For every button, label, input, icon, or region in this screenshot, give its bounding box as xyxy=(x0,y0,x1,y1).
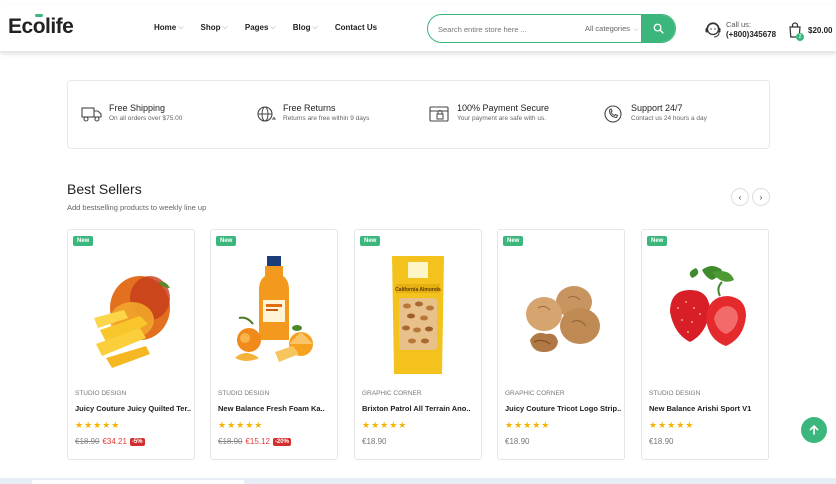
section-title: Best Sellers xyxy=(67,181,142,197)
product-name[interactable]: New Balance Fresh Foam Ka.. xyxy=(218,404,334,413)
chevron-down-icon: ⌵ xyxy=(634,27,639,33)
product-name[interactable]: New Balance Arishi Sport V1 xyxy=(649,404,765,413)
feature-free-returns: Free Returns Returns are free within 9 d… xyxy=(255,103,369,124)
product-vendor: STUDIO DESIGN xyxy=(218,390,270,397)
rating-stars: ★★★★★ xyxy=(218,420,264,430)
secure-payment-icon xyxy=(429,105,449,122)
search-button[interactable] xyxy=(641,15,675,42)
rating-stars: ★★★★★ xyxy=(75,420,121,430)
bottom-strip-segment xyxy=(32,480,244,484)
truck-icon xyxy=(81,106,102,122)
category-select[interactable]: All categories ⌵ xyxy=(585,24,639,34)
nav-item-contact[interactable]: Contact Us xyxy=(335,23,377,32)
feature-title: Free Shipping xyxy=(109,103,166,113)
carousel-next-button[interactable]: › xyxy=(752,188,770,206)
call-label: Call us: xyxy=(726,20,752,29)
site-header: Ecolife Home ⌵ Shop ⌵ Pages ⌵ Blog ⌵ Contact… xyxy=(0,4,836,52)
price-row: €18.90 xyxy=(362,437,386,446)
logo[interactable]: Ecolife xyxy=(8,15,74,39)
cart-icon-wrap: 2 xyxy=(788,22,804,41)
feature-free-shipping: Free Shipping On all orders over $75.00 xyxy=(81,103,182,124)
package-label: California Almonds xyxy=(395,287,441,293)
call-us[interactable]: Call us: (+800)345678 xyxy=(704,20,776,40)
product-card[interactable]: New STUDIO DESIGN New Balance Arishi Spo… xyxy=(641,229,769,460)
section-subtitle: Add bestselling products to weekly line … xyxy=(67,203,207,212)
cart-amount: $20.00 xyxy=(808,25,833,35)
product-name[interactable]: Juicy Couture Tricot Logo Strip.. xyxy=(505,404,621,413)
support-phone-icon xyxy=(604,104,622,123)
chevron-down-icon: ⌵ xyxy=(222,23,228,31)
feature-title: Support 24/7 xyxy=(631,103,683,113)
search-icon xyxy=(653,23,664,34)
new-badge: New xyxy=(360,236,381,246)
feature-subtitle: On all orders over $75.00 xyxy=(109,115,183,122)
discount-badge: -5% xyxy=(129,437,145,446)
price: €18.90 xyxy=(649,437,674,446)
arrow-up-icon xyxy=(809,425,819,435)
product-image-juice[interactable] xyxy=(215,248,333,388)
product-vendor: GRAPHIC CORNER xyxy=(362,390,422,397)
product-vendor: STUDIO DESIGN xyxy=(649,390,701,397)
cart[interactable]: 2 $20.00 xyxy=(788,22,833,41)
new-badge: New xyxy=(503,236,524,246)
feature-subtitle: Returns are free within 9 days xyxy=(283,115,370,122)
sale-price: €15.12 xyxy=(245,437,270,446)
main-nav: Home ⌵ Shop ⌵ Pages ⌵ Blog ⌵ Contact Us xyxy=(154,23,377,32)
globe-return-icon xyxy=(257,105,276,122)
bottom-strip xyxy=(0,478,836,484)
product-card[interactable]: New California Almonds GRAPHIC CORNER Br… xyxy=(354,229,482,460)
old-price: €18.90 xyxy=(75,437,100,446)
price: €18.90 xyxy=(505,437,530,446)
price-row: €18.90 €15.12 -20% xyxy=(218,437,291,446)
product-name[interactable]: Brixton Patrol All Terrain Ano.. xyxy=(362,404,478,413)
features-bar: Free Shipping On all orders over $75.00 … xyxy=(67,80,770,149)
nav-item-shop[interactable]: Shop ⌵ xyxy=(201,23,228,32)
product-card[interactable]: New STUDIO DESIGN Juicy Couture Juicy Qu… xyxy=(67,229,195,460)
new-badge: New xyxy=(216,236,237,246)
chevron-down-icon: ⌵ xyxy=(178,23,184,31)
search-bar: All categories⌵ xyxy=(427,14,676,43)
product-image-mango[interactable] xyxy=(72,248,190,388)
new-badge: New xyxy=(73,236,94,246)
feature-subtitle: Contact us 24 hours a day xyxy=(631,115,707,122)
feature-title: Free Returns xyxy=(283,103,336,113)
product-name[interactable]: Juicy Couture Juicy Quilted Ter.. xyxy=(75,404,191,413)
rating-stars: ★★★★★ xyxy=(649,420,695,430)
call-number[interactable]: (+800)345678 xyxy=(726,30,776,40)
nav-item-blog[interactable]: Blog ⌵ xyxy=(293,23,318,32)
nav-item-home[interactable]: Home ⌵ xyxy=(154,23,184,32)
feature-support: Support 24/7 Contact us 24 hours a day xyxy=(603,103,707,124)
rating-stars: ★★★★★ xyxy=(505,420,551,430)
nav-item-pages[interactable]: Pages ⌵ xyxy=(245,23,276,32)
product-vendor: STUDIO DESIGN xyxy=(75,390,127,397)
old-price: €18.90 xyxy=(218,437,243,446)
price: €18.90 xyxy=(362,437,387,446)
product-card[interactable]: New GRAPHIC CORNER Juicy Couture Tricot … xyxy=(497,229,625,460)
chevron-down-icon: ⌵ xyxy=(312,23,318,31)
price-row: €18.90 xyxy=(505,437,529,446)
product-image-walnuts[interactable] xyxy=(502,248,620,388)
cart-count-badge: 2 xyxy=(796,33,804,41)
discount-badge: -20% xyxy=(272,437,291,446)
feature-subtitle: Your payment are safe with us. xyxy=(457,115,547,122)
product-image-strawberries[interactable] xyxy=(646,248,764,388)
scroll-to-top-button[interactable] xyxy=(801,417,827,443)
chevron-down-icon: ⌵ xyxy=(270,23,276,31)
rating-stars: ★★★★★ xyxy=(362,420,408,430)
headset-icon xyxy=(705,22,721,38)
carousel-prev-button[interactable]: ‹ xyxy=(731,188,749,206)
price-row: €18.90 €34.21 -5% xyxy=(75,437,145,446)
product-image-almonds[interactable]: California Almonds xyxy=(359,248,477,388)
new-badge: New xyxy=(647,236,668,246)
product-vendor: GRAPHIC CORNER xyxy=(505,390,565,397)
search-input[interactable] xyxy=(438,22,568,36)
sale-price: €34.21 xyxy=(102,437,127,446)
feature-title: 100% Payment Secure xyxy=(457,103,550,113)
feature-secure-payment: 100% Payment Secure Your payment are saf… xyxy=(429,103,549,124)
price-row: €18.90 xyxy=(649,437,673,446)
product-card[interactable]: New STUDIO DESIGN New Balance Fresh Foam… xyxy=(210,229,338,460)
